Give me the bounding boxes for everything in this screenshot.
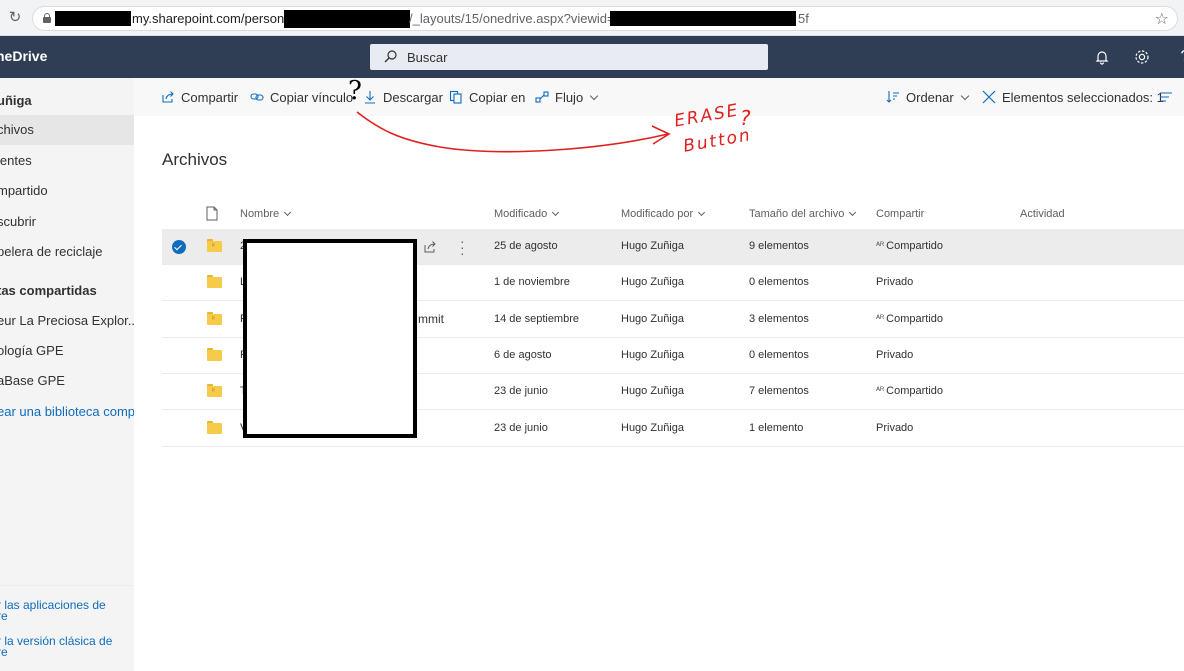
annotation-arrow (356, 111, 671, 153)
annotation-mark: ? (740, 106, 753, 130)
